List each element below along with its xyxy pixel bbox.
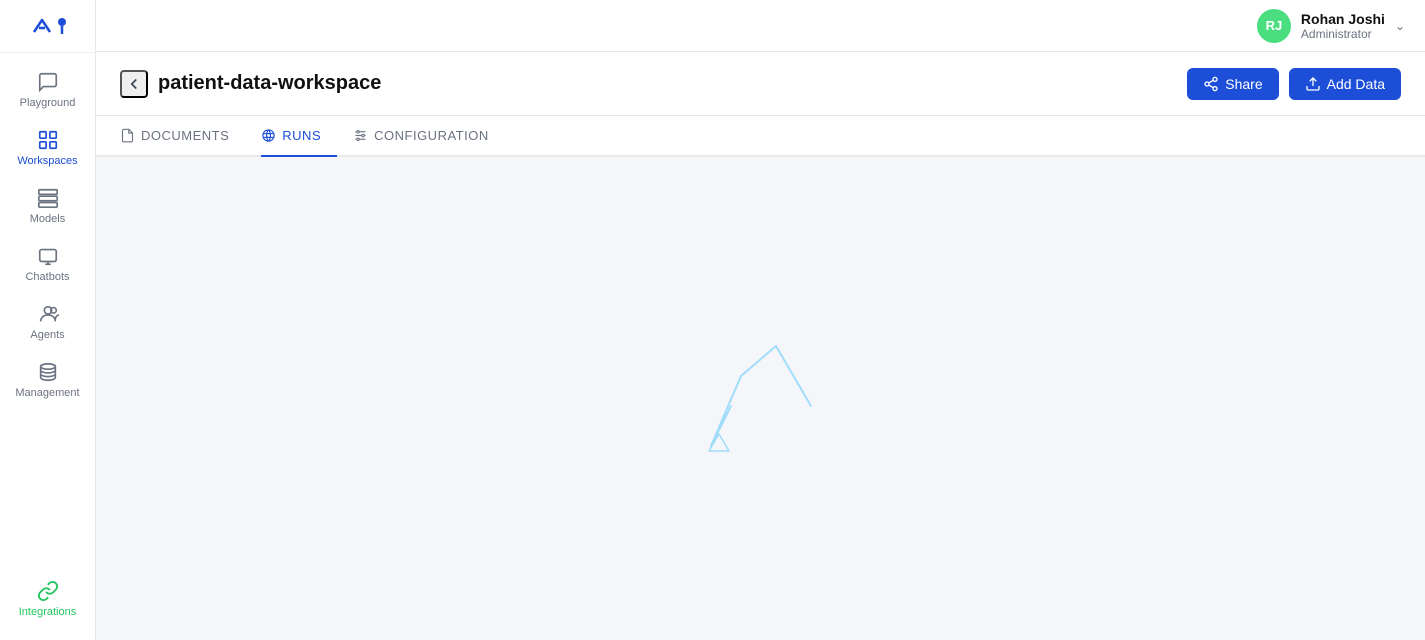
- add-data-button[interactable]: Add Data: [1289, 68, 1401, 100]
- upload-icon: [1305, 76, 1321, 92]
- user-text: Rohan Joshi Administrator: [1301, 11, 1385, 41]
- workspaces-icon: [37, 129, 59, 151]
- sidebar-item-workspaces[interactable]: Workspaces: [0, 119, 95, 177]
- agents-icon: [37, 303, 59, 325]
- add-data-label: Add Data: [1327, 76, 1385, 92]
- tab-configuration-label: CONFIGURATION: [374, 128, 489, 143]
- main-area: RJ Rohan Joshi Administrator ⌄ patient-d…: [96, 0, 1425, 640]
- sidebar-item-label: Playground: [20, 97, 76, 109]
- management-icon: [37, 361, 59, 383]
- tab-runs-label: RUNS: [282, 128, 321, 143]
- tab-runs[interactable]: RUNS: [261, 116, 337, 157]
- sidebar-nav: Playground Workspaces Models: [0, 53, 95, 570]
- chat-icon: [37, 71, 59, 93]
- sidebar-item-agents[interactable]: Agents: [0, 293, 95, 351]
- header-actions: Share Add Data: [1187, 68, 1401, 100]
- avatar: RJ: [1257, 9, 1291, 43]
- top-header: RJ Rohan Joshi Administrator ⌄: [96, 0, 1425, 52]
- page-title: patient-data-workspace: [158, 72, 381, 95]
- chevron-down-icon: ⌄: [1395, 19, 1405, 33]
- runs-icon: [261, 128, 276, 143]
- back-arrow-icon: [125, 75, 143, 93]
- logo: [0, 0, 95, 53]
- user-menu[interactable]: RJ Rohan Joshi Administrator ⌄: [1257, 9, 1405, 43]
- configuration-icon: [353, 128, 368, 143]
- sidebar-bottom: Integrations: [0, 570, 95, 640]
- share-icon: [1203, 76, 1219, 92]
- back-button[interactable]: [120, 70, 148, 98]
- sidebar-item-label: Management: [15, 387, 79, 399]
- sidebar-item-chatbots[interactable]: Chatbots: [0, 235, 95, 293]
- sidebar-item-integrations[interactable]: Integrations: [0, 570, 95, 628]
- content-area: [96, 157, 1425, 640]
- share-label: Share: [1225, 76, 1262, 92]
- page-header: patient-data-workspace Share Add Data: [96, 52, 1425, 116]
- sidebar-item-label: Workspaces: [17, 155, 77, 167]
- logo-icon: [26, 12, 70, 40]
- document-icon: [120, 128, 135, 143]
- tabs-bar: DOCUMENTS RUNS CONFIGURATION: [96, 116, 1425, 157]
- user-role: Administrator: [1301, 27, 1372, 41]
- share-button[interactable]: Share: [1187, 68, 1278, 100]
- sidebar-item-playground[interactable]: Playground: [0, 61, 95, 119]
- sidebar-item-label: Agents: [30, 329, 64, 341]
- models-icon: [37, 187, 59, 209]
- loading-graphic: [681, 326, 841, 471]
- user-name: Rohan Joshi: [1301, 11, 1385, 27]
- sidebar-item-management[interactable]: Management: [0, 351, 95, 409]
- sidebar-item-label: Models: [30, 213, 65, 225]
- tab-configuration[interactable]: CONFIGURATION: [353, 116, 505, 157]
- chatbots-icon: [37, 245, 59, 267]
- sidebar: Playground Workspaces Models: [0, 0, 96, 640]
- page-title-area: patient-data-workspace: [120, 70, 381, 98]
- sidebar-item-models[interactable]: Models: [0, 177, 95, 235]
- sidebar-item-label: Chatbots: [25, 271, 69, 283]
- link-icon: [37, 580, 59, 602]
- tab-documents-label: DOCUMENTS: [141, 128, 229, 143]
- tab-documents[interactable]: DOCUMENTS: [120, 116, 245, 157]
- sidebar-item-label: Integrations: [19, 606, 76, 618]
